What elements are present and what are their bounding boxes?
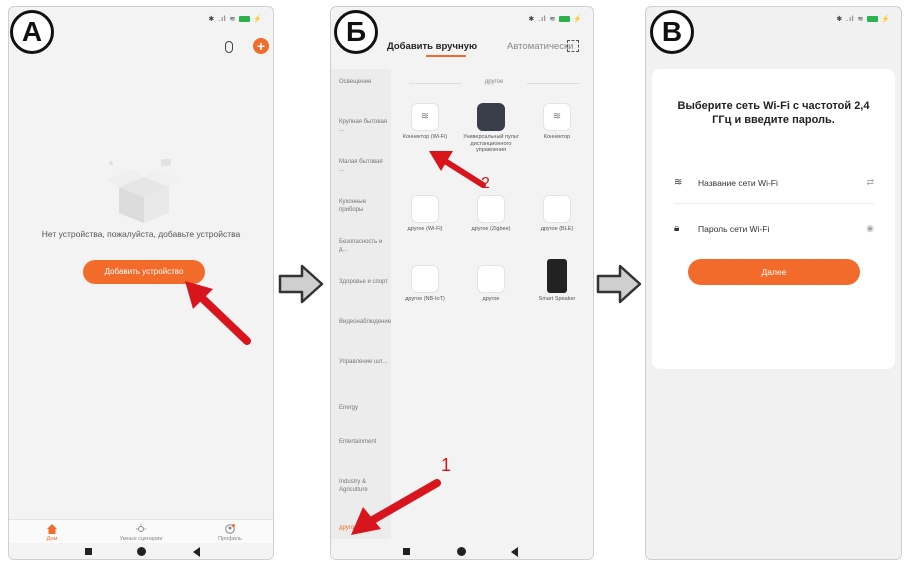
back-icon[interactable] <box>193 547 200 557</box>
sidebar-item-entertainment[interactable]: Entertainment <box>339 439 389 447</box>
sun-icon <box>136 524 146 532</box>
tab-add-manually[interactable]: Добавить вручную <box>387 41 477 52</box>
sidebar-item-energy[interactable]: Energy <box>339 405 389 413</box>
step-arrow-icon <box>278 264 324 304</box>
sidebar-item-video[interactable]: Видеонаблюдение <box>339 319 391 327</box>
pointer-arrow-a <box>185 281 251 345</box>
status-bar: ✱ .ıl ≋ ⚡ <box>208 16 263 23</box>
panel-badge-c: В <box>650 10 694 54</box>
tab-smart-scenes[interactable]: Умные сценарии <box>106 524 176 542</box>
eye-icon[interactable]: ◉ <box>866 223 874 234</box>
system-nav-bar <box>9 543 273 559</box>
sidebar-item-security[interactable]: Безопасность и д... <box>339 239 389 254</box>
tab-profile[interactable]: Профиль <box>195 524 265 542</box>
home-icon <box>47 524 57 534</box>
divider <box>527 83 579 84</box>
wifi-setup-card: Выберите сеть Wi-Fi с частотой 2,4 ГГц и… <box>652 69 895 369</box>
device-connector[interactable]: ≋ Коннектор <box>529 103 585 141</box>
status-bar: ✱ .ıl ≋ ⚡ <box>836 16 891 23</box>
sidebar-item-health[interactable]: Здоровье и спорт <box>339 279 389 287</box>
callout-number-1: 1 <box>441 455 452 475</box>
system-nav-bar <box>331 543 593 559</box>
step-arrow-icon <box>596 264 642 304</box>
panel-badge-a: А <box>10 10 54 54</box>
sidebar-item-lighting[interactable]: Освещение <box>339 79 389 87</box>
status-bar: ✱ .ıl ≋ ⚡ <box>528 16 583 23</box>
device-icon <box>411 195 439 223</box>
category-sidebar: Освещение Крупная бытовая ... Малая быто… <box>331 69 391 539</box>
lock-icon: 🔒︎ <box>674 223 680 234</box>
plus-icon[interactable]: + <box>253 38 269 54</box>
device-icon <box>411 265 439 293</box>
swap-icon[interactable]: ⇄ <box>866 177 874 188</box>
device-other[interactable]: другое <box>463 265 519 303</box>
recent-apps-icon[interactable] <box>403 548 410 555</box>
wifi-icon: ≋ <box>543 103 571 131</box>
device-connector-wifi[interactable]: ≋ Коннектор (Wi-Fi) <box>397 103 453 141</box>
empty-message: Нет устройства, пожалуйста, добавьте уст… <box>41 229 241 239</box>
device-icon <box>477 265 505 293</box>
sidebar-item-small-appliances[interactable]: Малая бытовая ... <box>339 159 389 174</box>
sidebar-item-control[interactable]: Управление шл... <box>339 359 389 367</box>
phone-screen-c: ✱ .ıl ≋ ⚡ Выберите сеть Wi-Fi с частотой… <box>645 6 902 560</box>
phone-screen-b: ✱ .ıl ≋ ⚡ Добавить вручную Автоматически… <box>330 6 594 560</box>
scan-icon[interactable] <box>567 40 579 52</box>
device-other-zigbee[interactable]: другое (Zigbee) <box>463 195 519 233</box>
profile-icon <box>225 524 235 534</box>
device-icon <box>477 195 505 223</box>
wifi-title: Выберите сеть Wi-Fi с частотой 2,4 ГГц и… <box>677 100 870 127</box>
phone-screen-a: ✱ .ıl ≋ ⚡ + Нет устройства, пожалуйста, … <box>8 6 274 560</box>
active-tab-indicator <box>426 55 466 57</box>
wifi-name-field[interactable]: ≋ Название сети Wi-Fi ⇄ <box>674 175 874 195</box>
pointer-arrow-1 <box>351 479 441 535</box>
device-other-ble[interactable]: другое (BLE) <box>529 195 585 233</box>
divider <box>674 203 874 204</box>
next-button[interactable]: Далее <box>688 259 860 285</box>
speaker-icon <box>547 259 567 293</box>
wifi-icon: ≋ <box>674 177 683 188</box>
empty-box-icon <box>107 159 181 223</box>
device-icon <box>543 195 571 223</box>
group-label: другое <box>484 79 504 85</box>
panel-badge-b: Б <box>334 10 378 54</box>
sidebar-item-large-appliances[interactable]: Крупная бытовая ... <box>339 119 389 134</box>
bottom-tab-bar: Дом Умные сценарии Профиль <box>9 519 273 546</box>
sidebar-item-kitchen[interactable]: Кухонные приборы <box>339 199 389 214</box>
tab-home[interactable]: Дом <box>17 524 87 542</box>
device-other-nbiot[interactable]: другое (NB-IoT) <box>397 265 453 303</box>
tab-auto-scan[interactable]: Автоматически <box>507 41 573 52</box>
device-other-wifi[interactable]: другое (Wi-Fi) <box>397 195 453 233</box>
back-icon[interactable] <box>511 547 518 557</box>
home-nav-icon[interactable] <box>457 547 466 556</box>
wifi-icon: ≋ <box>411 103 439 131</box>
remote-icon <box>477 103 505 131</box>
callout-number-2: 2 <box>481 175 490 192</box>
microphone-icon[interactable] <box>225 41 233 53</box>
home-nav-icon[interactable] <box>137 547 146 556</box>
recent-apps-icon[interactable] <box>85 548 92 555</box>
device-smart-speaker[interactable]: Smart Speaker <box>529 259 585 303</box>
wifi-password-field[interactable]: 🔒︎ Пароль сети Wi-Fi ◉ <box>674 221 874 241</box>
